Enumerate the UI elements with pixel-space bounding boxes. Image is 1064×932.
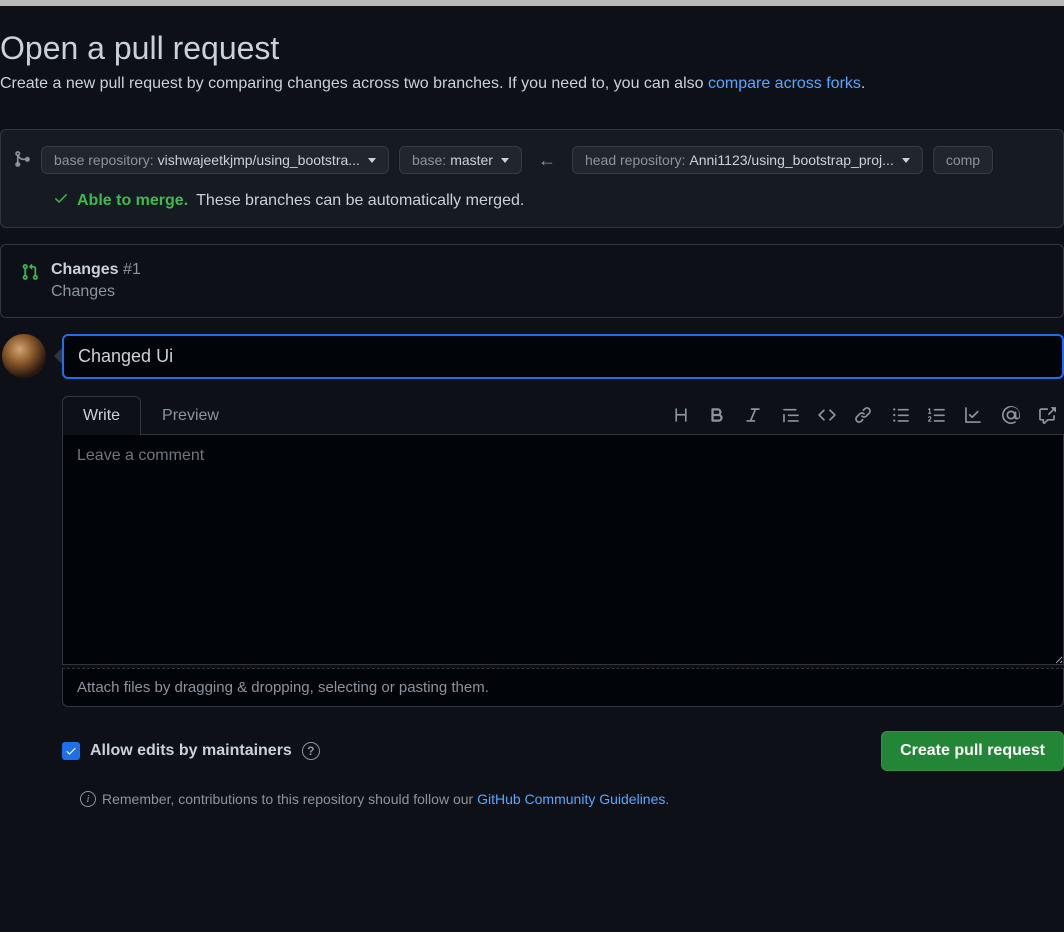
form-footer: Allow edits by maintainers ? Create pull… (62, 731, 1064, 771)
base-repository-select[interactable]: base repository: vishwajeetkjmp/using_bo… (41, 146, 389, 174)
guidelines-notice: i Remember, contributions to this reposi… (80, 791, 1064, 807)
compare-label: comp (946, 152, 980, 168)
pr-title-text: Changes (51, 261, 119, 278)
heading-icon[interactable] (672, 406, 690, 424)
md-toolbar (672, 406, 1064, 424)
subtitle-post: . (861, 75, 865, 92)
attach-files-hint[interactable]: Attach files by dragging & dropping, sel… (62, 668, 1064, 707)
allow-edits-checkbox[interactable] (62, 742, 80, 760)
pr-subtitle: Changes (51, 283, 141, 301)
branch-compare-box: base repository: vishwajeetkjmp/using_bo… (0, 129, 1064, 228)
quote-icon[interactable] (782, 406, 800, 424)
create-pull-request-button[interactable]: Create pull request (881, 731, 1064, 771)
caret-down-icon (902, 158, 910, 163)
pr-info: Changes #1 Changes (51, 261, 141, 301)
comment-form: Write Preview (62, 334, 1064, 771)
base-branch-select[interactable]: base: master (399, 146, 522, 174)
link-icon[interactable] (854, 406, 872, 424)
subtitle-text: Create a new pull request by comparing c… (0, 75, 708, 92)
cross-reference-icon[interactable] (1038, 406, 1056, 424)
compare-branch-select[interactable]: comp (933, 146, 993, 174)
guidelines-post: . (665, 791, 669, 807)
page-header: Open a pull request Create a new pull re… (0, 6, 1064, 113)
base-branch-value: master (450, 152, 493, 168)
branch-row: base repository: vishwajeetkjmp/using_bo… (13, 146, 1051, 174)
pr-number: #1 (123, 261, 141, 278)
head-repo-label: head repository: (585, 152, 685, 168)
page-title: Open a pull request (0, 30, 1064, 67)
base-repo-label: base repository: (54, 152, 154, 168)
tab-preview[interactable]: Preview (141, 396, 240, 435)
tabs: Write Preview (62, 395, 240, 434)
arrow-left-icon: ← (532, 150, 562, 171)
caret-down-icon (501, 158, 509, 163)
check-icon (53, 190, 69, 211)
comment-textarea[interactable] (62, 435, 1064, 665)
base-repo-value: vishwajeetkjmp/using_bootstra... (158, 152, 360, 168)
unordered-list-icon[interactable] (892, 406, 910, 424)
head-repo-value: Anni1123/using_bootstrap_proj... (689, 152, 893, 168)
tab-write[interactable]: Write (62, 396, 141, 435)
head-repository-select[interactable]: head repository: Anni1123/using_bootstra… (572, 146, 923, 174)
mention-icon[interactable] (1002, 406, 1020, 424)
tabs-row: Write Preview (62, 395, 1064, 435)
ordered-list-icon[interactable] (928, 406, 946, 424)
compare-icon (13, 150, 31, 171)
merge-detail-text: These branches can be automatically merg… (196, 192, 524, 210)
code-icon[interactable] (818, 406, 836, 424)
guidelines-pre: Remember, contributions to this reposito… (102, 791, 477, 807)
help-icon[interactable]: ? (302, 742, 320, 760)
merge-status: Able to merge. These branches can be aut… (53, 190, 1051, 211)
pull-request-icon (21, 263, 39, 284)
base-branch-label: base: (412, 152, 446, 168)
info-icon: i (80, 791, 96, 807)
comment-area: Write Preview (0, 334, 1064, 771)
page-subtitle: Create a new pull request by comparing c… (0, 75, 1064, 93)
guidelines-link[interactable]: GitHub Community Guidelines (477, 791, 665, 807)
allow-edits-label: Allow edits by maintainers (90, 742, 292, 760)
pr-title-input[interactable] (62, 334, 1064, 379)
italic-icon[interactable] (744, 406, 762, 424)
bold-icon[interactable] (708, 406, 726, 424)
pr-title: Changes #1 (51, 261, 141, 279)
allow-edits-row: Allow edits by maintainers ? (62, 742, 320, 760)
avatar[interactable] (2, 334, 46, 378)
compare-forks-link[interactable]: compare across forks (708, 75, 861, 92)
tasklist-icon[interactable] (964, 406, 982, 424)
caret-down-icon (368, 158, 376, 163)
existing-pr-box[interactable]: Changes #1 Changes (0, 244, 1064, 318)
merge-able-text: Able to merge. (77, 192, 188, 210)
